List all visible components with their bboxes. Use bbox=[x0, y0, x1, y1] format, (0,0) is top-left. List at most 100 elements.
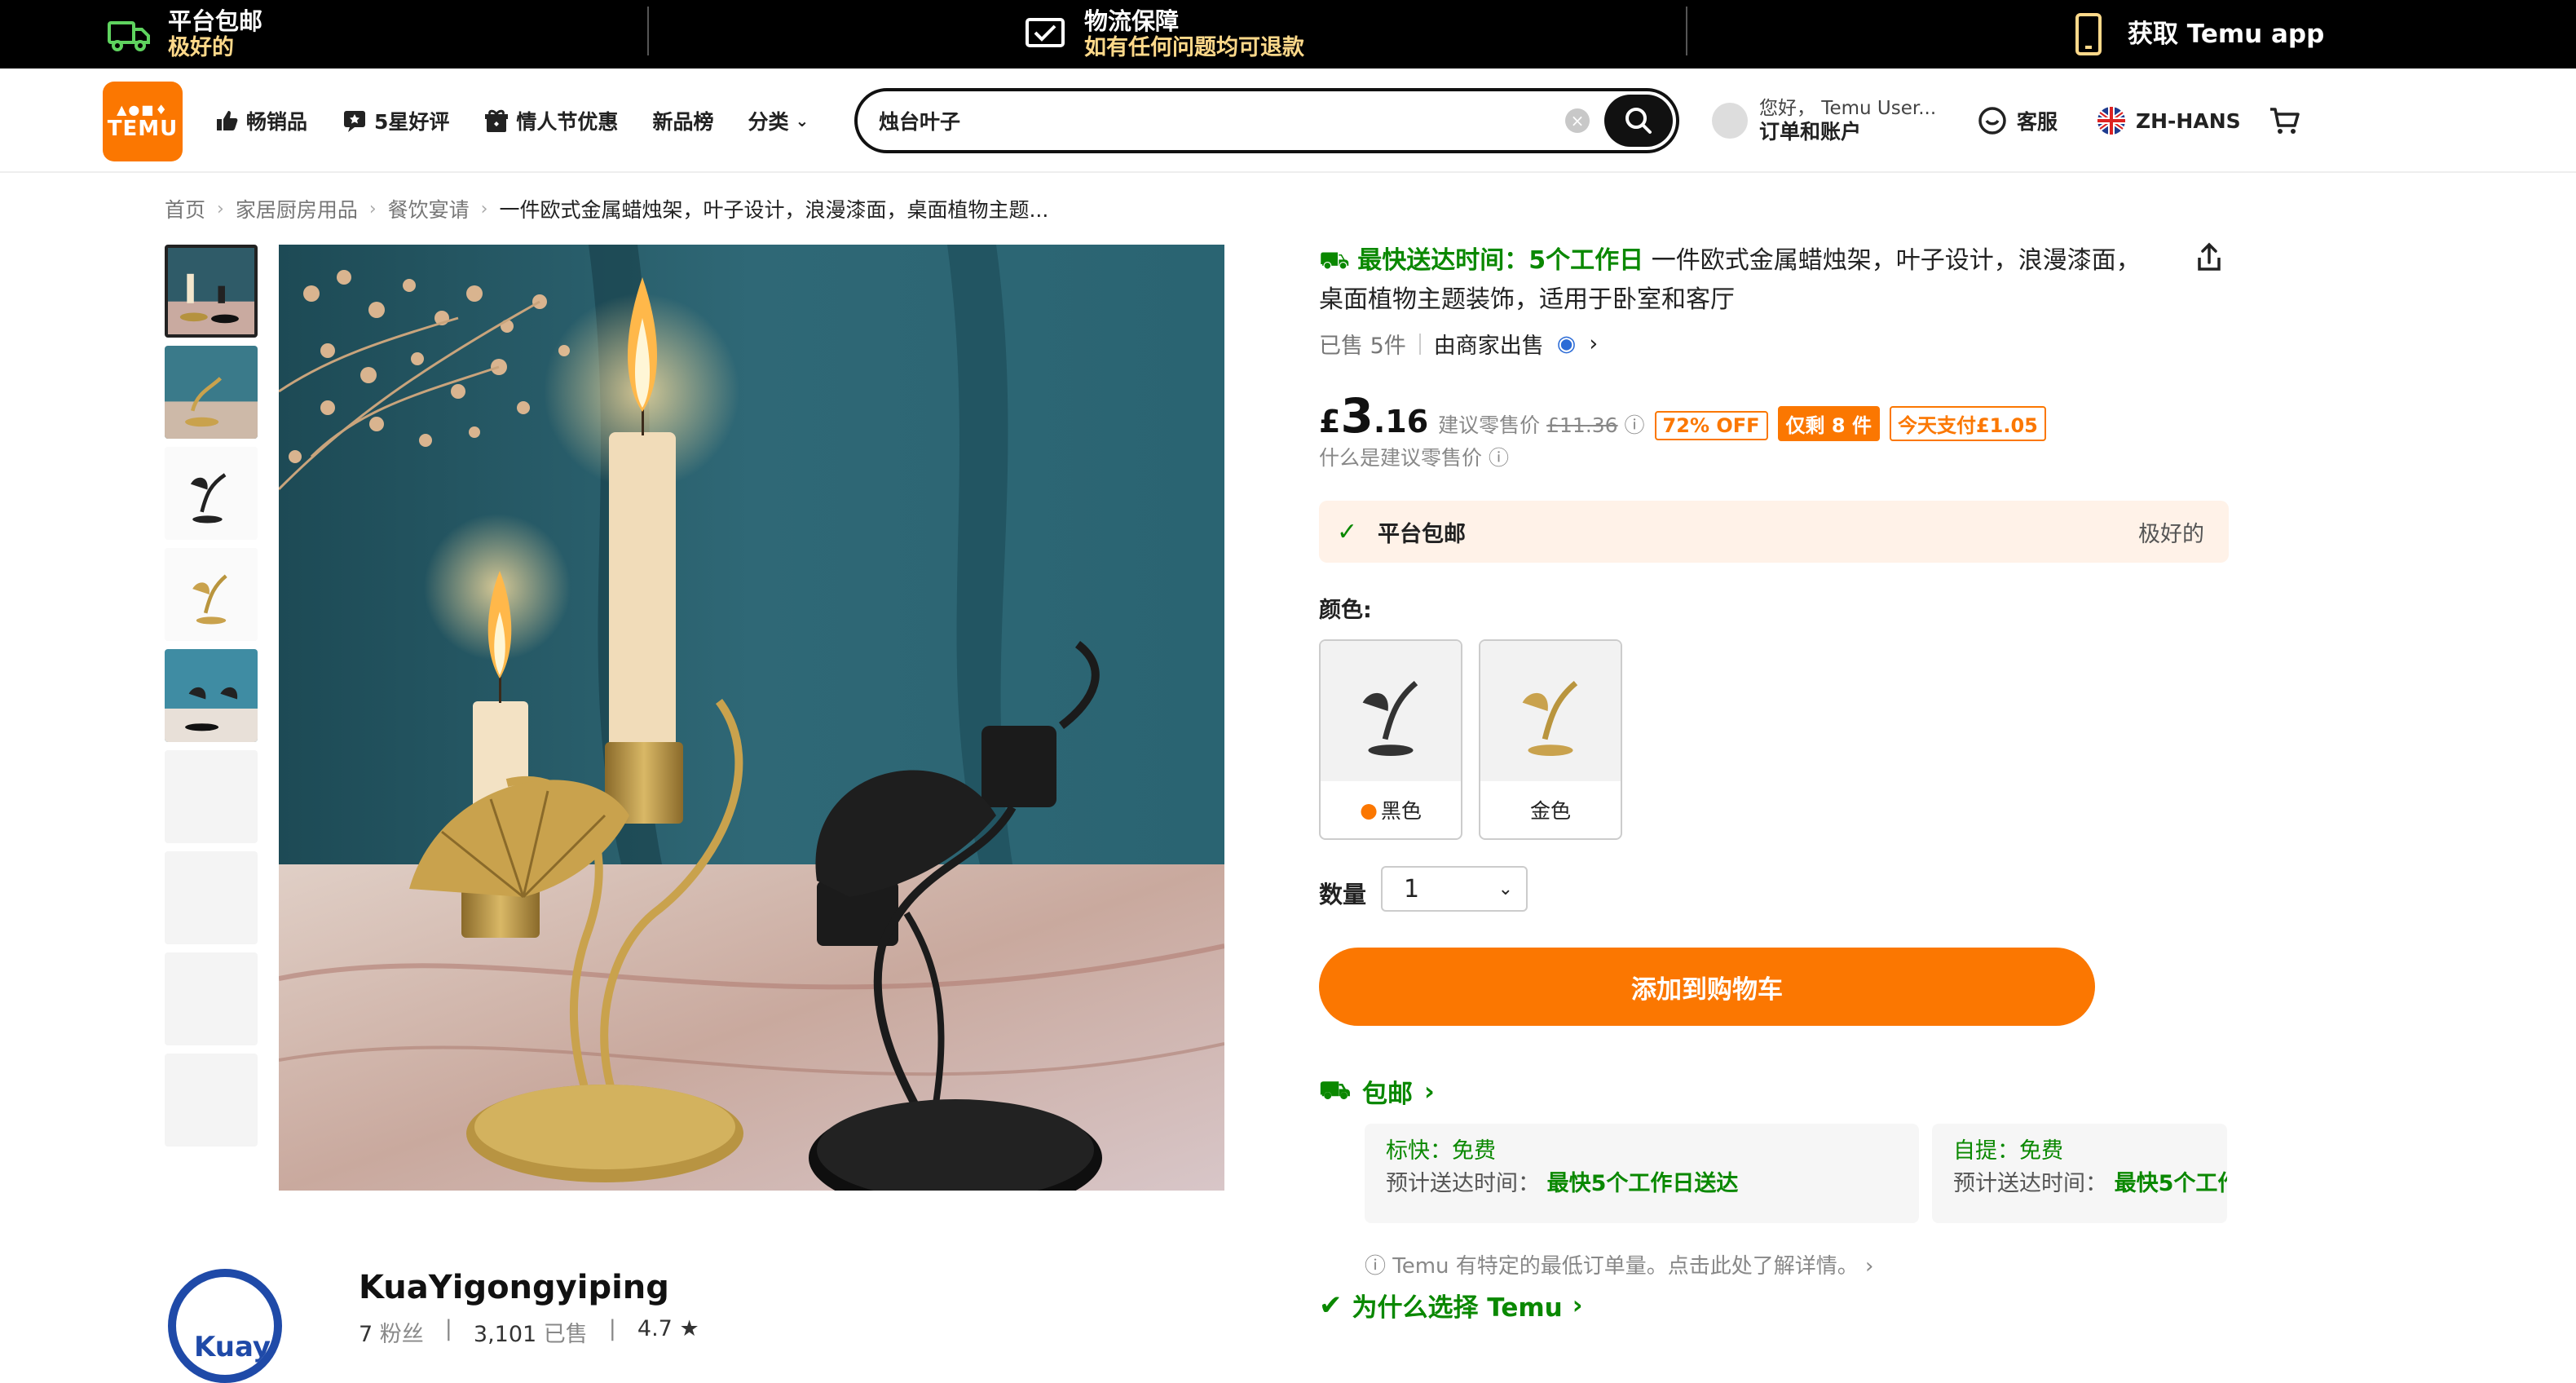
color-option-label: 金色 bbox=[1529, 799, 1571, 823]
color-option-label: 黑色 bbox=[1380, 799, 1422, 823]
color-label: 颜色: bbox=[1319, 598, 1372, 623]
sold-count: 已售 5件 bbox=[1319, 334, 1406, 359]
quantity-select[interactable]: 1 ⌄ bbox=[1381, 866, 1528, 912]
thumbnail-placeholder bbox=[165, 851, 258, 944]
top-promo-bar: 平台包邮 极好的 物流保障 如有任何问题均可退款 获取 Temu app bbox=[0, 0, 2576, 68]
sales-info: 已售 5件 由商家出售 ◉ › bbox=[1319, 328, 1598, 360]
greeting: 您好， Temu User... bbox=[1759, 98, 1937, 119]
chevron-right-icon: › bbox=[480, 198, 488, 219]
seller-label[interactable]: 由商家出售 bbox=[1434, 328, 1544, 360]
get-app-promo[interactable]: 获取 Temu app bbox=[2066, 0, 2324, 68]
thumbs-up-icon bbox=[217, 111, 238, 130]
thumbnail-2[interactable] bbox=[165, 346, 258, 439]
search-bar[interactable]: 烛台叶子 × bbox=[854, 88, 1679, 153]
main-product-image[interactable] bbox=[279, 245, 1224, 1191]
thumbnail-5[interactable] bbox=[165, 649, 258, 742]
promo-title: 物流保障 bbox=[1084, 7, 1180, 35]
breadcrumb-current: 一件欧式金属蜡烛架，叶子设计，浪漫漆面，桌面植物主题... bbox=[499, 198, 1049, 222]
orders-account-label: 订单和账户 bbox=[1759, 120, 1862, 144]
delivery-time-label: 最快送达时间：5个工作日 bbox=[1357, 246, 1644, 275]
flame-icon: ● bbox=[1360, 798, 1378, 822]
why-temu-link[interactable]: ✔ 为什么选择 Temu › bbox=[1319, 1287, 1583, 1323]
pickup-shipping-label: 自提：免费 bbox=[1953, 1138, 2063, 1164]
nav-label: 新品榜 bbox=[652, 110, 714, 134]
pickup-shipping-option: 自提：免费 预计送达时间： 最快5个工作日送达 bbox=[1932, 1124, 2227, 1223]
standard-shipping-label: 标快：免费 bbox=[1386, 1138, 1496, 1164]
breadcrumb-home[interactable]: 首页 bbox=[165, 194, 205, 223]
cart-icon bbox=[2270, 108, 2300, 134]
what-is-msrp-link[interactable]: 什么是建议零售价 ⓘ bbox=[1319, 442, 1509, 471]
nav-categories[interactable]: 分类 ⌄ bbox=[748, 106, 809, 135]
cart-link[interactable] bbox=[2268, 68, 2300, 173]
platform-shipping-banner[interactable]: ✓ 平台包邮 极好的 bbox=[1319, 501, 2229, 563]
thumbnail-4[interactable] bbox=[165, 548, 258, 641]
thumbnail-1[interactable] bbox=[165, 245, 258, 338]
chevron-right-icon: › bbox=[368, 198, 377, 219]
breadcrumb: 首页 › 家居厨房用品 › 餐饮宴请 › 一件欧式金属蜡烛架，叶子设计，浪漫漆面… bbox=[165, 194, 1048, 223]
thumbnail-placeholder bbox=[165, 952, 258, 1045]
followers-label: 粉丝 bbox=[379, 1322, 424, 1347]
chevron-down-icon: ⌄ bbox=[1498, 878, 1513, 899]
store-stats: 7 粉丝 | 3,101 已售 | 4.7 ★ bbox=[359, 1316, 699, 1347]
share-icon[interactable] bbox=[2193, 241, 2225, 274]
breadcrumb-dining[interactable]: 餐饮宴请 bbox=[388, 194, 470, 223]
thumbnail-placeholder bbox=[165, 1054, 258, 1147]
support-link[interactable]: 客服 bbox=[1976, 68, 2058, 173]
thumbnail-3[interactable] bbox=[165, 447, 258, 540]
support-label: 客服 bbox=[2017, 110, 2058, 134]
nav-valentine[interactable]: 情人节优惠 bbox=[483, 106, 618, 135]
nav-bestsellers[interactable]: 畅销品 bbox=[214, 106, 307, 135]
store-name[interactable]: KuaYigongyiping bbox=[359, 1269, 669, 1306]
avatar bbox=[1712, 103, 1748, 139]
check-icon: ✓ bbox=[1337, 517, 1358, 546]
price-row: £3.16 建议零售价 £11.36 ⓘ 72% OFF 仅剩 8 件 今天支付… bbox=[1319, 388, 2046, 444]
discount-badge: 72% OFF bbox=[1654, 411, 1768, 440]
min-order-notice[interactable]: ⓘ Temu 有特定的最低订单量。点击此处了解详情。 › bbox=[1365, 1249, 1873, 1279]
clear-icon[interactable]: × bbox=[1565, 108, 1590, 133]
chevron-right-icon: › bbox=[1424, 1076, 1435, 1107]
search-button[interactable] bbox=[1604, 95, 1673, 147]
color-option-black[interactable]: ● 黑色 bbox=[1319, 639, 1462, 840]
nav-label: 分类 bbox=[748, 110, 789, 134]
free-shipping-heading[interactable]: ⛟ 包邮 › bbox=[1319, 1073, 1435, 1110]
store-logo[interactable]: Kuayi bbox=[168, 1269, 282, 1383]
main-nav: 畅销品 5星好评 情人节优惠 新品榜 分类 ⌄ bbox=[214, 68, 809, 173]
logo-text: TEMU bbox=[107, 117, 179, 141]
divider bbox=[1418, 333, 1421, 355]
shield-check-icon: ✔ bbox=[1319, 1288, 1343, 1322]
truck-icon: ⛟ bbox=[1319, 1075, 1351, 1105]
klarna-badge[interactable]: 今天支付£1.05 bbox=[1889, 406, 2046, 441]
truck-icon bbox=[108, 21, 150, 51]
search-input[interactable]: 烛台叶子 bbox=[879, 106, 960, 135]
truck-icon: ⛟ bbox=[1319, 246, 1350, 275]
standard-shipping-option: 标快：免费 预计送达时间： 最快5个工作日送达 bbox=[1365, 1124, 1919, 1223]
standard-eta: 预计送达时间： 最快5个工作日送达 bbox=[1386, 1171, 1739, 1196]
logo-glyphs: ▲●■♦ bbox=[117, 102, 169, 117]
chevron-right-icon[interactable]: › bbox=[1589, 331, 1598, 356]
free-shipping-promo[interactable]: 平台包邮 极好的 bbox=[106, 0, 262, 68]
followers-count: 7 bbox=[359, 1322, 373, 1347]
nav-new-arrivals[interactable]: 新品榜 bbox=[652, 106, 713, 135]
shipping-rating: 极好的 bbox=[2138, 521, 2204, 547]
chevron-right-icon: › bbox=[1572, 1290, 1583, 1320]
color-option-gold[interactable]: 金色 bbox=[1479, 639, 1622, 840]
quantity-value: 1 bbox=[1404, 874, 1420, 904]
product-title: ⛟ 最快送达时间：5个工作日 一件欧式金属蜡烛架，叶子设计，浪漫漆面，桌面植物主… bbox=[1319, 241, 2150, 320]
divider bbox=[1686, 7, 1687, 55]
logistics-promo[interactable]: 物流保障 如有任何问题均可退款 bbox=[1022, 0, 1304, 68]
temu-logo[interactable]: ▲●■♦ TEMU bbox=[103, 82, 183, 161]
divider bbox=[647, 7, 649, 55]
nav-five-star[interactable]: 5星好评 bbox=[342, 106, 449, 135]
promo-sub: 极好的 bbox=[168, 35, 234, 60]
breadcrumb-home-kitchen[interactable]: 家居厨房用品 bbox=[236, 194, 358, 223]
nav-label: 5星好评 bbox=[374, 110, 450, 134]
phone-icon bbox=[2075, 13, 2102, 55]
store-sold-label: 已售 bbox=[543, 1322, 588, 1347]
search-icon bbox=[1625, 108, 1652, 134]
thumbnail-placeholder bbox=[165, 750, 258, 843]
language-switch[interactable]: ZH-HANS bbox=[2095, 68, 2241, 173]
current-price: £3.16 bbox=[1319, 388, 1429, 444]
account-menu[interactable]: 您好， Temu User... 订单和账户 bbox=[1712, 68, 1936, 173]
promo-sub: 如有任何问题均可退款 bbox=[1084, 35, 1304, 60]
add-to-cart-button[interactable]: 添加到购物车 bbox=[1319, 948, 2095, 1026]
